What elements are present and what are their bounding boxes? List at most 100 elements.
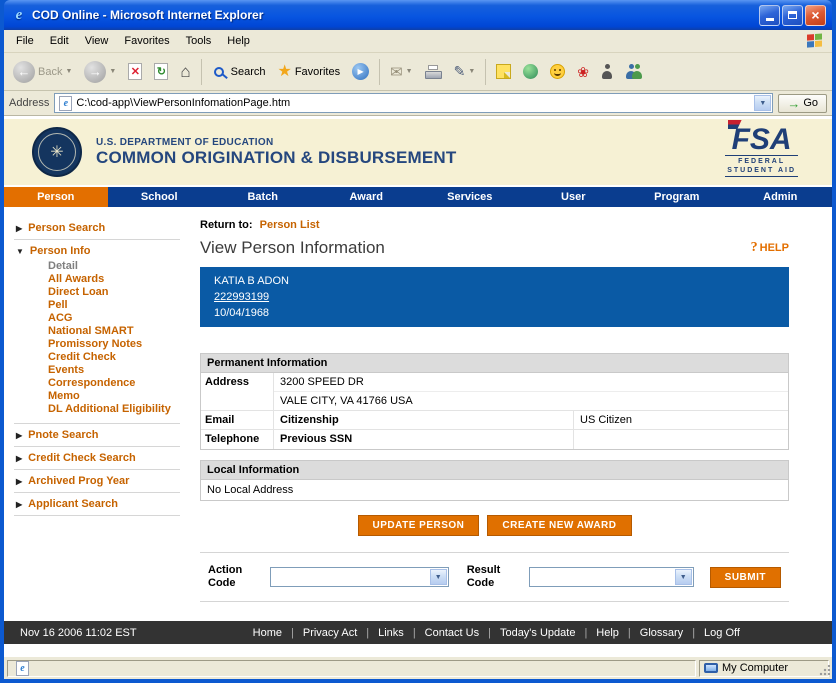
person-dob: 10/04/1968	[214, 307, 775, 319]
sidebar-item-acg[interactable]: ACG	[48, 312, 180, 325]
window-title: COD Online - Microsoft Internet Explorer	[32, 8, 263, 22]
footer-link-help[interactable]: Help	[596, 627, 619, 639]
sidebar-item-detail[interactable]: Detail	[48, 260, 180, 273]
tab-admin[interactable]: Admin	[729, 187, 833, 207]
sidebar-item-direct-loan[interactable]: Direct Loan	[48, 286, 180, 299]
smiley-button[interactable]	[545, 56, 570, 88]
sidebar-item-archived-prog-year[interactable]: ▶ Archived Prog Year	[14, 474, 180, 488]
submit-button[interactable]: SUBMIT	[710, 567, 781, 588]
person-list-link[interactable]: Person List	[260, 219, 320, 231]
tab-award[interactable]: Award	[315, 187, 419, 207]
footer-link-links[interactable]: Links	[378, 627, 404, 639]
refresh-button[interactable]: ↻	[149, 56, 173, 88]
address-label: Address	[9, 97, 49, 109]
address-dropdown-button[interactable]: ▼	[754, 95, 771, 111]
icq-button[interactable]: ❀	[572, 56, 594, 88]
footer-link-log-off[interactable]: Log Off	[704, 627, 740, 639]
toolbar-separator	[485, 59, 486, 85]
sidebar-item-dl-additional-eligibility[interactable]: DL Additional Eligibility	[48, 403, 180, 416]
footer-link-privacy-act[interactable]: Privacy Act	[303, 627, 357, 639]
menu-favorites[interactable]: Favorites	[116, 32, 177, 50]
sidebar-item-person-search[interactable]: ▶ Person Search	[14, 221, 180, 235]
print-button[interactable]	[420, 56, 447, 88]
media-button[interactable]: ▶	[347, 56, 374, 88]
sidebar-item-promissory-notes[interactable]: Promissory Notes	[48, 338, 180, 351]
person-ssn-link[interactable]: 222993199	[214, 291, 269, 303]
update-person-button[interactable]: UPDATE PERSON	[358, 515, 480, 536]
tab-program[interactable]: Program	[625, 187, 729, 207]
return-label: Return to:	[200, 219, 253, 231]
result-code-select[interactable]: ▼	[529, 567, 694, 587]
sidebar-item-correspondence[interactable]: Correspondence	[48, 377, 180, 390]
home-button[interactable]: ⌂	[175, 56, 195, 88]
edit-button[interactable]: ✎ ▼	[449, 56, 481, 88]
footer-link-todays-update[interactable]: Today's Update	[500, 627, 575, 639]
create-new-award-button[interactable]: CREATE NEW AWARD	[487, 515, 631, 536]
menu-edit[interactable]: Edit	[42, 32, 77, 50]
favorites-button[interactable]: ★ Favorites	[272, 56, 345, 88]
sidebar-item-events[interactable]: Events	[48, 364, 180, 377]
my-computer-icon	[704, 663, 718, 673]
tab-user[interactable]: User	[522, 187, 626, 207]
maximize-button[interactable]	[782, 5, 803, 26]
action-code-label: Action Code	[208, 564, 256, 590]
dept-title: U.S. DEPARTMENT OF EDUCATION	[96, 137, 456, 148]
help-link[interactable]: ? HELP	[751, 240, 789, 256]
sidebar-section: ▶ Applicant Search	[14, 493, 180, 516]
menu-tools[interactable]: Tools	[178, 32, 220, 50]
go-arrow-icon: →	[787, 97, 800, 110]
people-icon	[625, 64, 643, 79]
stop-button[interactable]: ✕	[123, 56, 147, 88]
discuss-button[interactable]	[491, 56, 516, 88]
app-title: COMMON ORIGINATION & DISBURSEMENT	[96, 148, 456, 168]
title-bar[interactable]: e COD Online - Microsoft Internet Explor…	[4, 0, 832, 30]
browser-window: e COD Online - Microsoft Internet Explor…	[0, 0, 836, 683]
footer-link-glossary[interactable]: Glossary	[640, 627, 683, 639]
sidebar-item-pell[interactable]: Pell	[48, 299, 180, 312]
sidebar-label: Applicant Search	[28, 498, 118, 510]
tab-person[interactable]: Person	[4, 187, 108, 207]
local-information-section: Local Information No Local Address	[200, 460, 789, 501]
menu-help[interactable]: Help	[219, 32, 258, 50]
go-button[interactable]: → Go	[778, 94, 827, 113]
search-button[interactable]: Search	[207, 56, 271, 88]
resize-grip[interactable]	[818, 665, 830, 677]
sidebar-item-applicant-search[interactable]: ▶ Applicant Search	[14, 497, 180, 511]
messenger-button[interactable]	[518, 56, 543, 88]
sidebar-label: Person Info	[30, 245, 91, 257]
footer-link-home[interactable]: Home	[253, 627, 282, 639]
sidebar-item-credit-check[interactable]: Credit Check	[48, 351, 180, 364]
minimize-icon	[766, 18, 774, 21]
tab-services[interactable]: Services	[418, 187, 522, 207]
tab-batch[interactable]: Batch	[211, 187, 315, 207]
action-code-row: Action Code ▼ Result Code ▼ SUBMIT	[200, 552, 789, 602]
action-buttons-row: UPDATE PERSON CREATE NEW AWARD	[200, 515, 789, 536]
sidebar-section: ▶ Person Search	[14, 217, 180, 240]
sidebar-item-person-info[interactable]: ▼ Person Info	[14, 244, 180, 258]
footer-separator: |	[488, 627, 491, 639]
sidebar-item-pnote-search[interactable]: ▶ Pnote Search	[14, 428, 180, 442]
people-button[interactable]	[620, 56, 648, 88]
sidebar-item-national-smart[interactable]: National SMART	[48, 325, 180, 338]
mail-button[interactable]: ✉ ▼	[385, 56, 418, 88]
sticky-note-icon	[496, 64, 511, 79]
footer-link-contact-us[interactable]: Contact Us	[425, 627, 479, 639]
sidebar-item-credit-check-search[interactable]: ▶ Credit Check Search	[14, 451, 180, 465]
section-header: Permanent Information	[201, 354, 788, 373]
sidebar-section: ▼ Person Info Detail All Awards Direct L…	[14, 240, 180, 424]
back-button[interactable]: ← Back ▼	[8, 56, 77, 88]
menu-file[interactable]: File	[8, 32, 42, 50]
sidebar-item-all-awards[interactable]: All Awards	[48, 273, 180, 286]
contact-button[interactable]	[596, 56, 618, 88]
minimize-button[interactable]	[759, 5, 780, 26]
close-button[interactable]: ×	[805, 5, 826, 26]
address-input[interactable]: e C:\cod-app\ViewPersonInfomationPage.ht…	[54, 93, 773, 113]
search-label: Search	[231, 66, 266, 78]
tab-school[interactable]: School	[108, 187, 212, 207]
previous-ssn-value	[573, 430, 788, 449]
forward-button[interactable]: → ▼	[79, 56, 121, 88]
main-nav: Person School Batch Award Services User …	[4, 187, 832, 207]
menu-view[interactable]: View	[77, 32, 117, 50]
action-code-select[interactable]: ▼	[270, 567, 449, 587]
sidebar-item-memo[interactable]: Memo	[48, 390, 180, 403]
